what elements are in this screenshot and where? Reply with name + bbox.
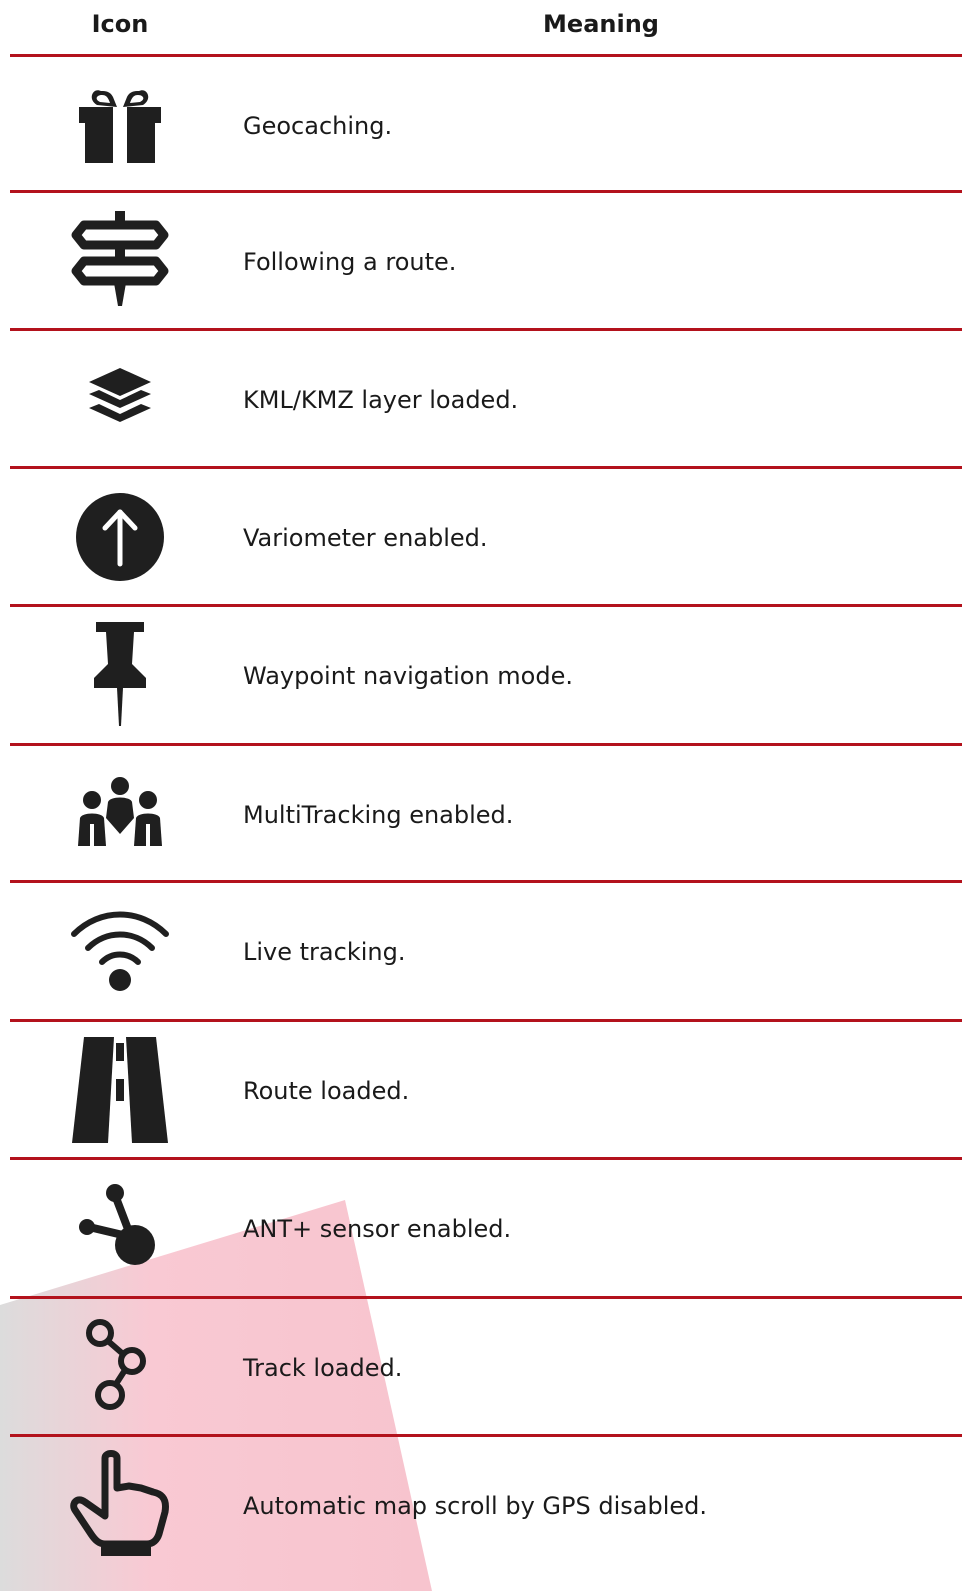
row-meaning: MultiTracking enabled. (243, 801, 514, 829)
layers-icon (60, 349, 180, 449)
table-row: Track loaded. (0, 1299, 977, 1437)
row-meaning: Following a route. (243, 248, 457, 276)
arrow-up-circle-icon (60, 487, 180, 587)
icon-legend-table: Icon Meaning Geocaching. Following a rou… (0, 0, 977, 1556)
row-meaning: Waypoint navigation mode. (243, 662, 573, 690)
table-header: Icon Meaning (0, 0, 977, 50)
row-meaning: Live tracking. (243, 938, 406, 966)
header-icon-column: Icon (91, 10, 149, 38)
row-meaning: KML/KMZ layer loaded. (243, 386, 519, 414)
ant-sensor-icon (60, 1178, 180, 1278)
table-row: Automatic map scroll by GPS disabled. (0, 1437, 977, 1575)
row-meaning: ANT+ sensor enabled. (243, 1215, 512, 1243)
group-icon (60, 764, 180, 864)
table-row: KML/KMZ layer loaded. (0, 331, 977, 469)
row-meaning: Geocaching. (243, 112, 393, 140)
table-row: ANT+ sensor enabled. (0, 1160, 977, 1298)
pushpin-icon (60, 622, 180, 726)
table-row: Route loaded. (0, 1022, 977, 1160)
row-meaning: Track loaded. (243, 1354, 403, 1382)
header-meaning-column: Meaning (543, 10, 659, 38)
table-row: Waypoint navigation mode. (0, 607, 977, 745)
table-row: Geocaching. (0, 57, 977, 195)
gift-icon (60, 75, 180, 175)
table-row: Variometer enabled. (0, 469, 977, 607)
row-meaning: Variometer enabled. (243, 524, 488, 552)
row-meaning: Automatic map scroll by GPS disabled. (243, 1492, 707, 1520)
signpost-icon (60, 211, 180, 311)
road-icon (60, 1037, 180, 1143)
table-row: Following a route. (0, 193, 977, 331)
pointing-hand-icon (60, 1450, 180, 1556)
wifi-icon (60, 901, 180, 1001)
table-row: Live tracking. (0, 883, 977, 1021)
track-nodes-icon (60, 1317, 180, 1417)
table-row: MultiTracking enabled. (0, 746, 977, 884)
row-meaning: Route loaded. (243, 1077, 410, 1105)
